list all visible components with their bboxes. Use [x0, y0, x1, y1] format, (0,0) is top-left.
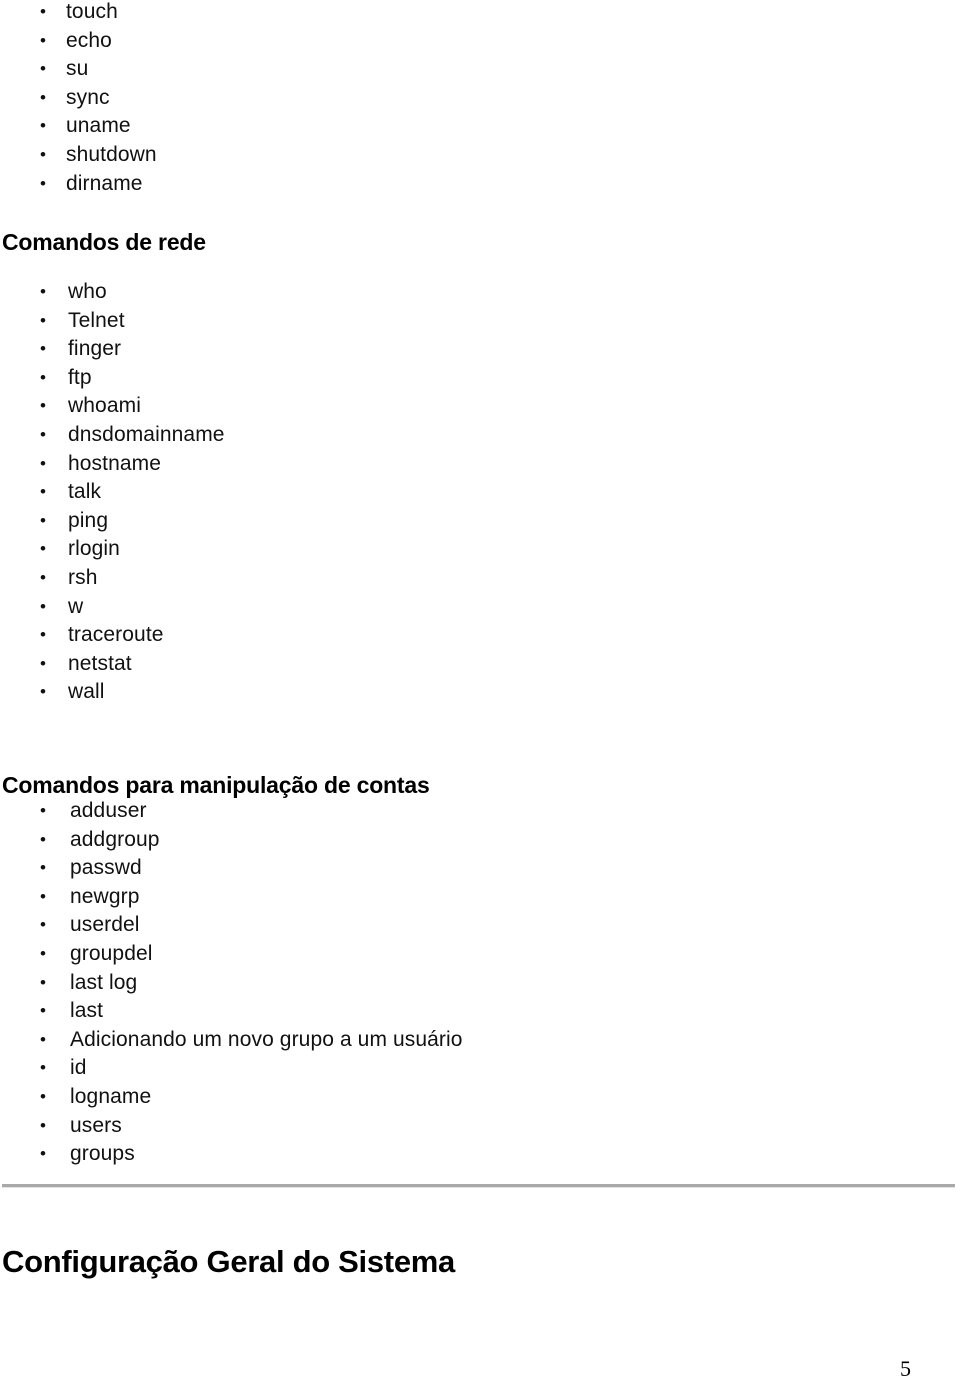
- list-item: • groupdel: [40, 940, 463, 969]
- list-item: • id: [40, 1054, 463, 1083]
- bullet-icon: •: [40, 972, 47, 992]
- chapter-heading: Configuração Geral do Sistema: [2, 1243, 455, 1279]
- list-item: • finger: [40, 335, 225, 364]
- bullet-icon: •: [40, 596, 47, 616]
- section-heading-accounts: Comandos para manipulação de contas: [2, 772, 430, 799]
- bullet-icon: •: [40, 396, 47, 416]
- list-item: • Telnet: [40, 307, 225, 336]
- bullet-icon: •: [40, 567, 47, 587]
- list-item: • logname: [40, 1083, 463, 1112]
- bullet-icon: •: [40, 87, 47, 107]
- list-item: • whoami: [40, 392, 225, 421]
- bullet-icon: •: [40, 2, 47, 21]
- bullet-icon: •: [40, 1058, 47, 1078]
- list-item: • w: [40, 593, 225, 622]
- list-item: • echo: [40, 27, 157, 56]
- list-item: • touch: [40, 0, 157, 27]
- section-divider: [2, 1184, 955, 1188]
- list-item: • wall: [40, 678, 225, 707]
- bullet-icon: •: [40, 482, 47, 502]
- bullet-icon: •: [40, 625, 47, 645]
- bullet-icon: •: [40, 310, 47, 330]
- list-item: • hostname: [40, 450, 225, 479]
- network-commands-list: • who • Telnet • finger • ftp • whoami •…: [40, 278, 225, 707]
- list-item: • newgrp: [40, 883, 463, 912]
- bullet-icon: •: [40, 1144, 47, 1164]
- bullet-icon: •: [40, 1001, 47, 1021]
- section-heading-network: Comandos de rede: [2, 229, 206, 256]
- list-item: • uname: [40, 112, 157, 141]
- list-item: • shutdown: [40, 141, 157, 170]
- bullet-icon: •: [40, 801, 47, 820]
- list-item: • rlogin: [40, 535, 225, 564]
- list-item: • rsh: [40, 564, 225, 593]
- general-commands-list: • touch • echo • su • sync • uname • shu…: [40, 0, 157, 198]
- list-item: • last log: [40, 969, 463, 998]
- list-item: • sync: [40, 84, 157, 113]
- account-commands-list: • adduser • addgroup • passwd • newgrp •…: [40, 797, 463, 1169]
- list-item: • su: [40, 55, 157, 84]
- bullet-icon: •: [40, 858, 47, 878]
- list-item: • traceroute: [40, 621, 225, 650]
- bullet-icon: •: [40, 144, 47, 164]
- bullet-icon: •: [40, 886, 47, 906]
- list-item: • addgroup: [40, 826, 463, 855]
- list-item: • dirname: [40, 170, 157, 199]
- bullet-icon: •: [40, 339, 47, 359]
- list-item: • Adicionando um novo grupo a um usuário: [40, 1026, 463, 1055]
- bullet-icon: •: [40, 116, 47, 136]
- bullet-icon: •: [40, 682, 47, 702]
- bullet-icon: •: [40, 510, 47, 530]
- list-item-label: dnsdomainname: [68, 422, 225, 446]
- list-item: • talk: [40, 478, 225, 507]
- bullet-icon: •: [40, 1115, 47, 1135]
- page-number: 5: [900, 1356, 911, 1381]
- list-item: • last: [40, 997, 463, 1026]
- bullet-icon: •: [40, 653, 47, 673]
- bullet-icon: •: [40, 829, 47, 849]
- list-item: • adduser: [40, 797, 463, 826]
- list-item-label: Adicionando um novo grupo a um usuário: [70, 1027, 463, 1051]
- list-item: • users: [40, 1112, 463, 1141]
- document-page: • touch • echo • su • sync • uname • shu…: [0, 0, 960, 1391]
- bullet-icon: •: [40, 30, 47, 50]
- list-item: • ftp: [40, 364, 225, 393]
- bullet-icon: •: [40, 915, 47, 935]
- bullet-icon: •: [40, 453, 47, 473]
- bullet-icon: •: [40, 1029, 47, 1049]
- list-item: • userdel: [40, 911, 463, 940]
- bullet-icon: •: [40, 173, 47, 193]
- list-item: • netstat: [40, 650, 225, 679]
- bullet-icon: •: [40, 367, 47, 387]
- bullet-icon: •: [40, 943, 47, 963]
- bullet-icon: •: [40, 539, 47, 559]
- bullet-icon: •: [40, 1086, 47, 1106]
- bullet-icon: •: [40, 59, 47, 79]
- list-item: • ping: [40, 507, 225, 536]
- list-item: • who: [40, 278, 225, 307]
- list-item: • groups: [40, 1140, 463, 1169]
- bullet-icon: •: [40, 424, 47, 444]
- list-item: • passwd: [40, 854, 463, 883]
- bullet-icon: •: [40, 282, 47, 301]
- list-item: • dnsdomainname: [40, 421, 225, 450]
